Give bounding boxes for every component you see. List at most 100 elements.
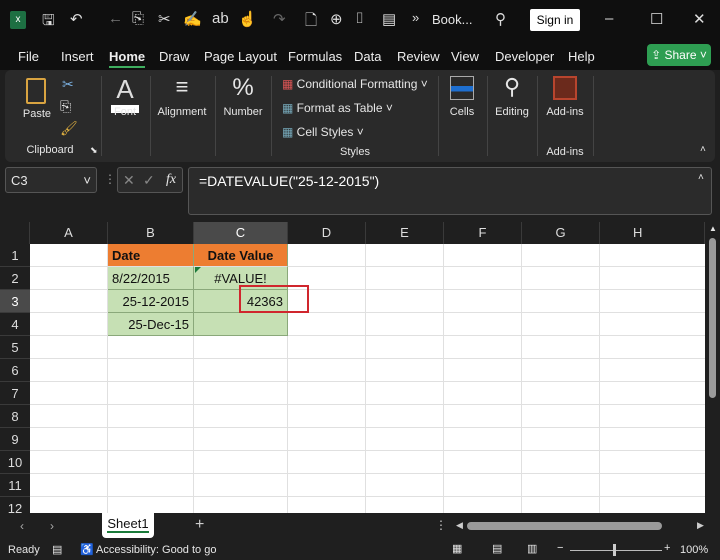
back-icon[interactable]: ← xyxy=(108,10,123,27)
tab-file[interactable]: File xyxy=(18,49,39,64)
form-icon[interactable]: ▤ xyxy=(382,10,396,28)
scroll-up-icon[interactable]: ▲ xyxy=(709,224,717,233)
expand-formula-bar-icon[interactable]: ˄ xyxy=(698,172,704,183)
cancel-icon[interactable]: ✕ xyxy=(123,172,135,189)
zoom-slider[interactable] xyxy=(570,550,662,551)
row-header-9[interactable]: 9 xyxy=(0,428,30,451)
conditional-formatting-button[interactable]: ▦ Conditional Formatting ˅ xyxy=(282,77,428,91)
formula-input[interactable]: =DATEVALUE("25-12-2015") xyxy=(188,167,712,215)
add-sheet-icon[interactable]: + xyxy=(195,516,204,534)
sheet-tab-sheet1[interactable]: Sheet1 xyxy=(102,513,154,538)
row-header-2[interactable]: 2 xyxy=(0,267,30,290)
enter-icon[interactable]: ✓ xyxy=(143,172,155,189)
tab-help[interactable]: Help xyxy=(568,49,595,64)
add-ins-button[interactable]: Add-ins xyxy=(542,74,588,134)
zoom-in-icon[interactable]: + xyxy=(664,542,670,554)
strikethrough-icon[interactable]: ⊕ xyxy=(330,10,343,28)
page-break-view-icon[interactable]: ▥ xyxy=(527,542,537,555)
redo-icon[interactable]: ↷ xyxy=(273,10,286,28)
touch-icon[interactable]: ☝ xyxy=(238,10,257,28)
column-header-b[interactable]: B xyxy=(108,222,194,244)
cut-icon[interactable]: ✂ xyxy=(158,10,171,28)
page-layout-view-icon[interactable]: ▤ xyxy=(492,542,502,555)
row-header-1[interactable]: 1 xyxy=(0,244,30,267)
name-box[interactable]: C3 ˅ xyxy=(5,167,97,193)
insert-function-button[interactable]: fx xyxy=(166,172,176,188)
cell-c4[interactable] xyxy=(194,313,288,336)
column-header-d[interactable]: D xyxy=(288,222,366,244)
sign-in-button[interactable]: Sign in xyxy=(530,9,580,31)
row-header-4[interactable]: 4 xyxy=(0,313,30,336)
tab-insert[interactable]: Insert xyxy=(61,49,94,64)
number-button[interactable]: % Number xyxy=(220,74,266,134)
cells-button[interactable]: Cells xyxy=(444,74,480,134)
zoom-slider-thumb[interactable] xyxy=(613,544,616,556)
tab-developer[interactable]: Developer xyxy=(495,49,554,64)
tab-draw[interactable]: Draw xyxy=(159,49,189,64)
scroll-left-icon[interactable]: ◀ xyxy=(456,520,463,531)
tab-data[interactable]: Data xyxy=(354,49,381,64)
spelling-icon[interactable]: ab xyxy=(212,10,229,27)
column-header-e[interactable]: E xyxy=(366,222,444,244)
sign-icon[interactable]: ✍ xyxy=(183,10,202,28)
select-all-button[interactable] xyxy=(0,222,30,244)
search-icon[interactable]: ⚲ xyxy=(495,10,506,28)
row-header-5[interactable]: 5 xyxy=(0,336,30,359)
format-painter-icon[interactable]: 🖌 xyxy=(60,120,78,137)
cell-b2[interactable]: 8/22/2015 xyxy=(108,267,194,290)
cell-b1[interactable]: Date xyxy=(108,244,194,267)
copy-icon[interactable]: ⎘ xyxy=(60,98,71,115)
row-header-6[interactable]: 6 xyxy=(0,359,30,382)
horizontal-scroll-thumb[interactable] xyxy=(467,522,662,530)
close-icon[interactable]: ✕ xyxy=(693,10,706,28)
row-header-7[interactable]: 7 xyxy=(0,382,30,405)
zoom-out-icon[interactable]: − xyxy=(557,542,563,554)
worksheet-grid[interactable]: A B C D E F G H 1 2 3 4 5 6 7 8 9 10 11 12 Date Dat… xyxy=(0,222,705,513)
minimize-icon[interactable]: – xyxy=(605,10,613,27)
more-commands-icon[interactable]: » xyxy=(412,10,419,25)
cell-b3[interactable]: 25-12-2015 xyxy=(108,290,194,313)
row-header-10[interactable]: 10 xyxy=(0,451,30,474)
format-as-table-button[interactable]: ▦ Format as Table ˅ xyxy=(282,101,393,115)
save-icon[interactable]: 🖫 xyxy=(42,10,55,35)
cut-icon[interactable]: ✂ xyxy=(62,76,74,93)
column-header-f[interactable]: F xyxy=(444,222,522,244)
column-header-h[interactable]: H xyxy=(600,222,705,244)
tab-view[interactable]: View xyxy=(451,49,479,64)
accessibility-status[interactable]: Accessibility: Good to go xyxy=(96,544,216,556)
next-sheet-icon[interactable]: › xyxy=(50,519,54,533)
tab-home[interactable]: Home xyxy=(109,49,146,68)
tab-page-layout[interactable]: Page Layout xyxy=(204,49,277,64)
zoom-level[interactable]: 100% xyxy=(680,544,708,556)
copy-icon[interactable]: ⎘ xyxy=(132,10,144,27)
prev-sheet-icon[interactable]: ‹ xyxy=(20,519,24,533)
cell-styles-button[interactable]: ▦ Cell Styles ˅ xyxy=(282,125,364,139)
font-button[interactable]: A Font xyxy=(105,74,145,134)
vertical-scrollbar[interactable]: ▲ xyxy=(705,222,720,513)
scroll-right-icon[interactable]: ▶ xyxy=(697,520,704,531)
tab-review[interactable]: Review xyxy=(397,49,440,64)
cell-c1[interactable]: Date Value xyxy=(194,244,288,267)
collapse-ribbon-icon[interactable]: ˄ xyxy=(700,144,706,155)
share-button[interactable]: ⇪ Share ˅ xyxy=(647,44,711,66)
editing-button[interactable]: ⚲ Editing xyxy=(491,74,533,134)
row-header-11[interactable]: 11 xyxy=(0,474,30,497)
macro-recording-icon[interactable]: ▤ xyxy=(52,543,62,556)
cell-b4[interactable]: 25-Dec-15 xyxy=(108,313,194,336)
column-header-g[interactable]: G xyxy=(522,222,600,244)
accessibility-icon[interactable]: ♿ xyxy=(80,543,94,556)
normal-view-icon[interactable]: ▦ xyxy=(452,542,462,555)
row-header-12[interactable]: 12 xyxy=(0,497,30,513)
dialog-launcher-icon[interactable]: ⬊ xyxy=(90,145,98,156)
row-header-3[interactable]: 3 xyxy=(0,290,30,313)
vertical-scroll-thumb[interactable] xyxy=(709,238,716,398)
undo-icon[interactable]: ↶ xyxy=(70,10,83,28)
maximize-icon[interactable]: ☐ xyxy=(650,10,663,28)
column-header-c[interactable]: C xyxy=(194,222,288,244)
tab-formulas[interactable]: Formulas xyxy=(288,49,342,64)
new-file-icon[interactable]: 🗋 xyxy=(305,10,317,35)
alignment-button[interactable]: ≡ Alignment xyxy=(154,74,210,134)
paste-button[interactable]: Paste xyxy=(20,76,54,138)
more-options-icon[interactable]: ⋮ xyxy=(435,518,447,532)
camera-icon[interactable]: ⌷ xyxy=(355,10,364,27)
